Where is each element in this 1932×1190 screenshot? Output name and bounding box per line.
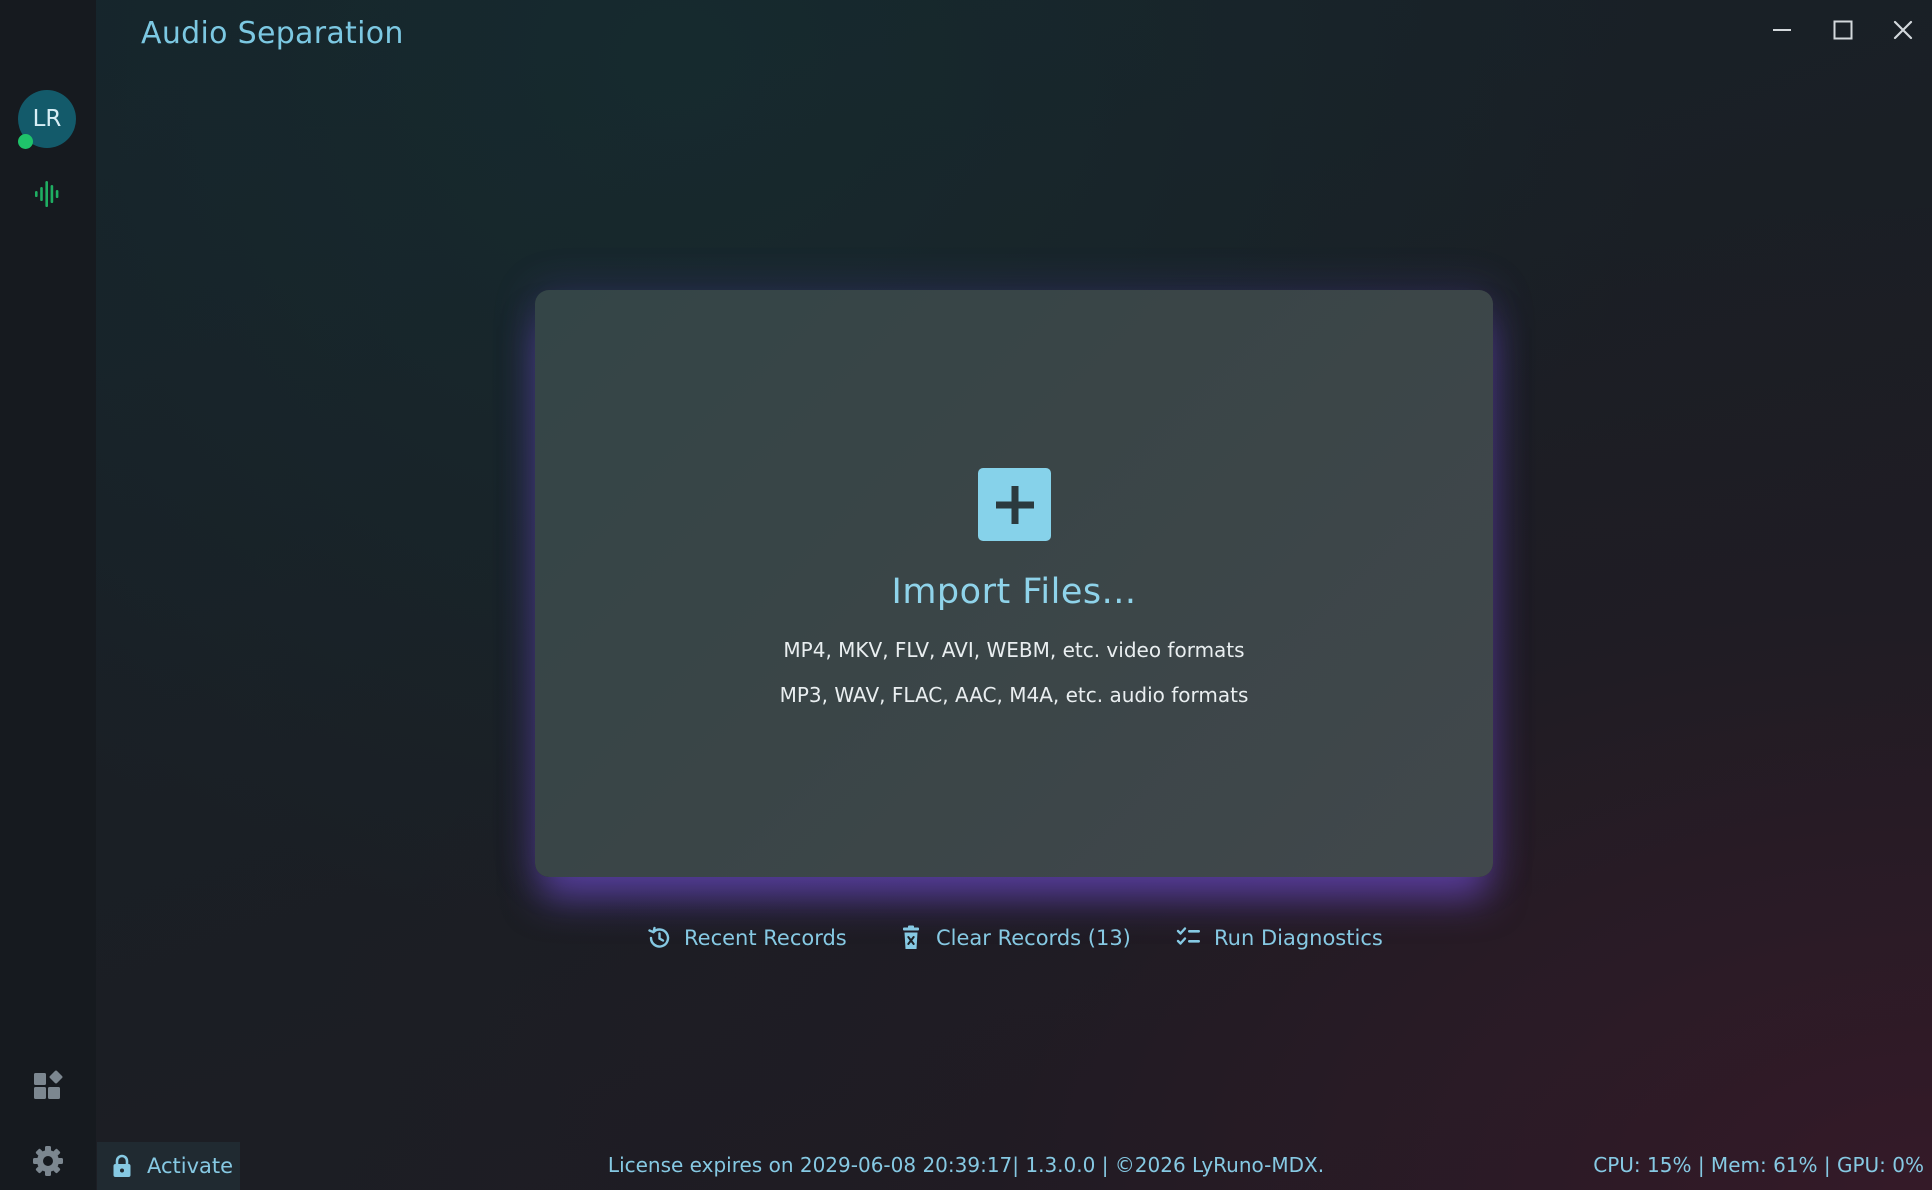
minimize-icon [1773,29,1791,31]
checklist-icon [1176,927,1200,945]
avatar-initials: LR [32,106,62,132]
sidebar-item-settings[interactable] [29,1142,67,1180]
widgets-icon [34,1070,63,1099]
audio-formats-text: MP3, WAV, FLAC, AAC, M4A, etc. audio for… [779,683,1249,707]
gear-icon [33,1146,63,1176]
minimize-button[interactable] [1764,12,1800,48]
recent-records-button[interactable]: Recent Records [646,921,847,955]
online-status-dot [18,134,33,149]
system-stats: CPU: 15% | Mem: 61% | GPU: 0% [1593,1153,1924,1177]
lock-icon [113,1154,131,1177]
sidebar-item-audio-separation[interactable] [30,176,66,212]
maximize-icon [1833,20,1853,40]
sidebar: LR [0,0,96,1190]
sidebar-item-widgets[interactable] [30,1067,66,1103]
recent-records-label: Recent Records [684,926,847,950]
maximize-button[interactable] [1825,12,1861,48]
close-icon [1893,20,1913,40]
add-file-button[interactable] [978,468,1051,541]
plus-icon [995,485,1034,524]
import-files-label: Import Files... [891,572,1137,612]
run-diagnostics-label: Run Diagnostics [1214,926,1383,950]
activate-button[interactable]: Activate [97,1142,240,1190]
clear-records-button[interactable]: Clear Records (13) [898,921,1131,955]
audio-waveform-icon [35,181,59,207]
license-info: License expires on 2029-06-08 20:39:17| … [607,1153,1325,1177]
import-dropzone[interactable]: Import Files... MP4, MKV, FLV, AVI, WEBM… [535,290,1493,877]
activate-label: Activate [147,1154,234,1178]
app-window: LR Audio Separation Import Files... MP4,… [0,0,1932,1190]
video-formats-text: MP4, MKV, FLV, AVI, WEBM, etc. video for… [783,638,1245,662]
close-button[interactable] [1885,12,1921,48]
clear-records-label: Clear Records (13) [936,926,1131,950]
trash-icon [903,925,919,949]
history-icon [648,926,670,948]
app-title: Audio Separation [141,16,404,51]
run-diagnostics-button[interactable]: Run Diagnostics [1176,921,1383,955]
